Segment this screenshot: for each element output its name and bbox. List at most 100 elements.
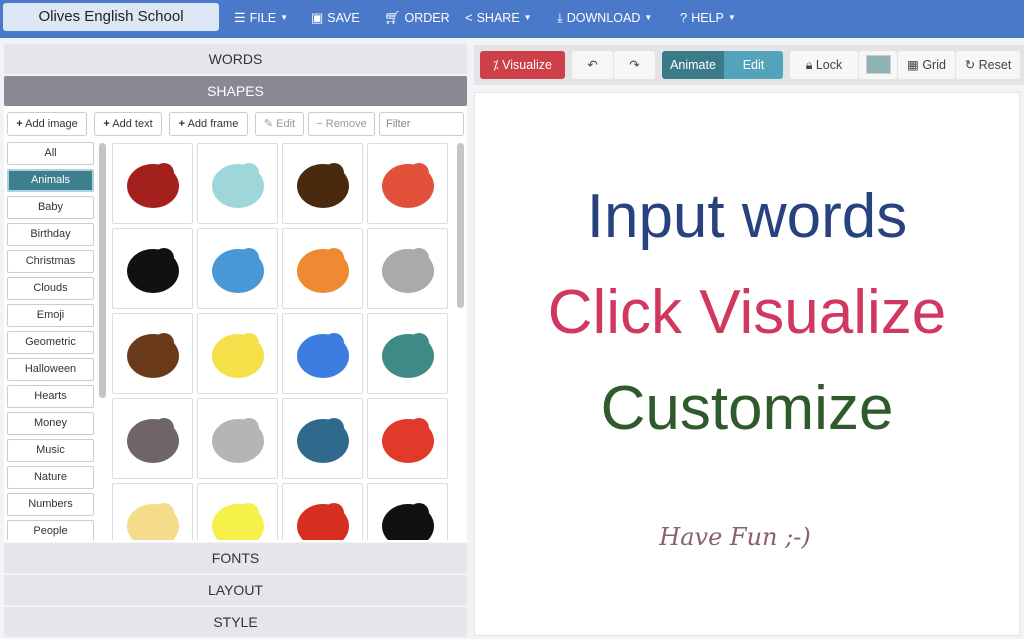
share-menu[interactable]: < SHARE ▼ xyxy=(465,0,532,36)
add-text-button[interactable]: + Add text xyxy=(94,112,162,136)
shape-tile[interactable] xyxy=(367,313,448,394)
turkey-icon xyxy=(381,162,434,208)
save-icon: ▣ xyxy=(311,10,324,25)
shape-tile[interactable] xyxy=(282,398,363,479)
shape-tile[interactable] xyxy=(282,483,363,540)
shape-tile[interactable] xyxy=(197,228,278,309)
butterfly-icon xyxy=(211,502,264,540)
grid-button[interactable]: ▦ Grid xyxy=(898,51,955,79)
canvas-word-customize[interactable]: Customize xyxy=(475,373,1019,444)
background-color-button[interactable] xyxy=(859,51,897,79)
caret-down-icon: ▼ xyxy=(523,13,532,22)
remove-label: Remove xyxy=(325,118,367,130)
layout-section-header[interactable]: LAYOUT xyxy=(4,575,467,605)
order-menu[interactable]: 🛒︎ ORDER xyxy=(384,0,450,36)
remove-button[interactable]: − Remove xyxy=(308,112,375,136)
shapes-section-header[interactable]: SHAPES xyxy=(4,76,467,106)
save-label: SAVE xyxy=(327,11,360,25)
monkey-icon xyxy=(126,332,179,378)
shape-tile[interactable] xyxy=(112,228,193,309)
category-christmas[interactable]: Christmas xyxy=(7,250,94,273)
bluebird-icon xyxy=(211,247,264,293)
undo-button[interactable]: ↶ xyxy=(572,51,613,79)
cart-icon: 🛒︎ xyxy=(384,10,401,25)
panda-icon xyxy=(126,247,179,293)
caret-down-icon: ▼ xyxy=(644,13,653,22)
shape-tile[interactable] xyxy=(367,228,448,309)
help-menu[interactable]: ? HELP ▼ xyxy=(680,0,736,36)
shape-tile[interactable] xyxy=(197,483,278,540)
category-emoji[interactable]: Emoji xyxy=(7,304,94,327)
category-animals[interactable]: Animals xyxy=(7,169,94,192)
shape-tile[interactable] xyxy=(112,143,193,224)
visualize-button[interactable]: ⁒ Visualize xyxy=(480,51,565,79)
shape-tile[interactable] xyxy=(112,483,193,540)
reset-button[interactable]: ↻ Reset xyxy=(956,51,1020,79)
school-title-button[interactable]: Olives English School xyxy=(3,3,219,31)
shape-tile[interactable] xyxy=(112,398,193,479)
category-clouds[interactable]: Clouds xyxy=(7,277,94,300)
category-money[interactable]: Money xyxy=(7,412,94,435)
shape-tile[interactable] xyxy=(367,398,448,479)
edit-icon: ✎ xyxy=(263,118,274,130)
category-all[interactable]: All xyxy=(7,142,94,165)
fonts-section-header[interactable]: FONTS xyxy=(4,543,467,573)
file-menu[interactable]: ☰ FILE ▼ xyxy=(234,0,288,36)
category-birthday[interactable]: Birthday xyxy=(7,223,94,246)
shape-scrollbar[interactable] xyxy=(457,143,464,308)
shape-tile[interactable] xyxy=(197,313,278,394)
shape-tile[interactable] xyxy=(282,228,363,309)
category-geometric[interactable]: Geometric xyxy=(7,331,94,354)
download-label: DOWNLOAD xyxy=(566,11,641,25)
lock-icon: 🔒︎ xyxy=(805,58,813,72)
canvas-word-click-visualize[interactable]: Click Visualize xyxy=(475,277,1019,348)
help-icon: ? xyxy=(680,10,688,25)
shape-tile[interactable] xyxy=(112,313,193,394)
help-label: HELP xyxy=(691,11,724,25)
eagle-icon xyxy=(381,502,434,540)
cat-outline-icon xyxy=(381,247,434,293)
add-image-button[interactable]: + Add image xyxy=(7,112,87,136)
undo-icon: ↶ xyxy=(587,58,598,72)
add-text-label: Add text xyxy=(112,118,153,130)
penguin-icon xyxy=(296,417,349,463)
lock-button[interactable]: 🔒︎ Lock xyxy=(790,51,858,79)
redo-button[interactable]: ↷ xyxy=(614,51,655,79)
shape-tile[interactable] xyxy=(367,143,448,224)
shape-tile[interactable] xyxy=(282,143,363,224)
shape-tile[interactable] xyxy=(197,398,278,479)
style-section-header[interactable]: STYLE xyxy=(4,607,467,637)
category-nature[interactable]: Nature xyxy=(7,466,94,489)
save-menu[interactable]: ▣ SAVE xyxy=(311,0,360,36)
shape-tile[interactable] xyxy=(282,313,363,394)
caret-down-icon: ▼ xyxy=(727,13,736,22)
filter-input[interactable]: Filter xyxy=(379,112,464,136)
reset-icon: ↻ xyxy=(964,58,976,72)
words-section-header[interactable]: WORDS xyxy=(4,44,467,74)
edit-mode-button[interactable]: Edit xyxy=(724,51,783,79)
download-menu[interactable]: ⤓ DOWNLOAD ▼ xyxy=(557,0,652,36)
category-numbers[interactable]: Numbers xyxy=(7,493,94,516)
word-canvas[interactable]: Input words Click Visualize Customize Ha… xyxy=(474,92,1020,636)
edit-label: Edit xyxy=(276,118,296,130)
share-label: SHARE xyxy=(476,11,520,25)
category-scrollbar[interactable] xyxy=(99,143,106,398)
add-image-label: Add image xyxy=(25,118,78,130)
edit-shape-button[interactable]: ✎ Edit xyxy=(255,112,304,136)
whale-icon xyxy=(211,417,264,463)
add-frame-button[interactable]: + Add frame xyxy=(169,112,248,136)
canvas-word-input-words[interactable]: Input words xyxy=(475,181,1019,252)
category-halloween[interactable]: Halloween xyxy=(7,358,94,381)
category-hearts[interactable]: Hearts xyxy=(7,385,94,408)
blue-bird-icon xyxy=(296,332,349,378)
shape-tile[interactable] xyxy=(367,483,448,540)
shape-tile[interactable] xyxy=(197,143,278,224)
category-baby[interactable]: Baby xyxy=(7,196,94,219)
animate-button[interactable]: Animate xyxy=(662,51,724,79)
rooster-icon xyxy=(296,502,349,540)
category-list: All Animals Baby Birthday Christmas Clouds Emo… xyxy=(7,142,94,540)
category-music[interactable]: Music xyxy=(7,439,94,462)
canvas-word-have-fun[interactable]: Have Fun ;-) xyxy=(463,523,1007,551)
dog-cat-silhouette-icon xyxy=(296,162,349,208)
category-people[interactable]: People xyxy=(7,520,94,540)
